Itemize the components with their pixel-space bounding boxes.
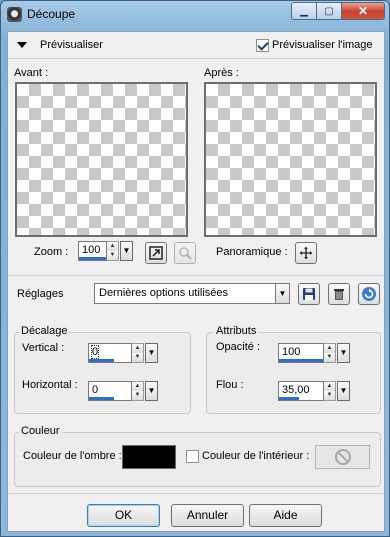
attributes-group-title: Attributs: [214, 325, 259, 337]
shadow-color-label: Couleur de l'ombre :: [23, 450, 122, 462]
horizontal-value: 0: [92, 384, 99, 396]
fit-window-icon[interactable]: [145, 242, 167, 264]
trash-icon[interactable]: [328, 283, 350, 305]
move-crosshair-icon[interactable]: [295, 242, 317, 264]
divider: [8, 493, 384, 494]
blur-label: Flou :: [216, 379, 244, 391]
blur-bar: [279, 397, 299, 400]
divider: [8, 58, 384, 59]
blur-spin-arrows[interactable]: ▲ ▼: [324, 381, 336, 401]
after-label: Après :: [204, 67, 239, 79]
vertical-value: 0: [90, 345, 100, 359]
opacity-bar: [279, 359, 323, 362]
horizontal-bar: [89, 397, 115, 400]
minimize-button[interactable]: ▁: [291, 2, 317, 20]
settings-label: Réglages: [17, 288, 64, 300]
reset-arrow-icon[interactable]: [358, 283, 380, 305]
maximize-button[interactable]: ▢: [316, 2, 342, 20]
after-preview: [204, 82, 377, 237]
zoom-spin-arrows[interactable]: ▲ ▼: [107, 241, 119, 261]
opacity-label: Opacité :: [216, 341, 261, 353]
vertical-field[interactable]: 0: [88, 343, 132, 363]
magnifier-icon[interactable]: [174, 242, 196, 264]
collapse-triangle-icon[interactable]: [17, 42, 27, 48]
no-symbol-icon: [334, 449, 351, 465]
floppy-disk-icon[interactable]: [298, 283, 320, 305]
vertical-bar: [89, 359, 115, 362]
opacity-spin-arrows[interactable]: ▲ ▼: [324, 343, 336, 363]
opacity-stepper[interactable]: 100 ▲ ▼ ▼: [278, 343, 350, 363]
shadow-color-swatch[interactable]: [122, 445, 176, 469]
ok-button[interactable]: OK: [87, 504, 160, 527]
zoom-field[interactable]: 100: [78, 241, 107, 261]
zoom-value: 100: [82, 244, 101, 256]
help-button[interactable]: Aide: [249, 504, 322, 527]
zoom-stepper[interactable]: 100 ▲ ▼ ▼: [78, 241, 133, 261]
opacity-value: 100: [282, 346, 301, 358]
close-button[interactable]: ✕: [341, 2, 385, 20]
preview-toggle-label[interactable]: Prévisualiser: [40, 39, 103, 51]
window-title: Découpe: [27, 7, 76, 21]
opacity-field[interactable]: 100: [278, 343, 324, 363]
preview-image-label[interactable]: Prévisualiser l'image: [272, 39, 373, 51]
settings-selected-value: Dernières options utilisées: [99, 287, 229, 299]
horizontal-label: Horizontal :: [22, 379, 78, 391]
settings-dropdown[interactable]: Dernières options utilisées ▼: [94, 283, 290, 304]
cancel-button[interactable]: Annuler: [171, 504, 244, 527]
before-label: Avant :: [14, 67, 49, 79]
zoom-dropdown-button[interactable]: ▼: [120, 241, 133, 261]
blur-field[interactable]: 35,00: [278, 381, 324, 401]
vertical-label: Vertical :: [22, 342, 65, 354]
pan-label: Panoramique :: [216, 246, 288, 258]
blur-stepper[interactable]: 35,00 ▲ ▼ ▼: [278, 381, 350, 401]
inside-color-label[interactable]: Couleur de l'intérieur :: [202, 450, 309, 462]
zoom-bar: [79, 257, 106, 260]
vertical-spin-arrows[interactable]: ▲ ▼: [132, 343, 144, 363]
horizontal-spin-arrows[interactable]: ▲ ▼: [132, 381, 144, 401]
horizontal-dropdown-button[interactable]: ▼: [145, 381, 158, 401]
dialog-window: Découpe ▁ ▢ ✕ Prévisualiser Prévisualise…: [0, 0, 390, 537]
divider: [8, 275, 384, 276]
horizontal-field[interactable]: 0: [88, 381, 132, 401]
blur-dropdown-button[interactable]: ▼: [337, 381, 350, 401]
title-bar[interactable]: Découpe ▁ ▢ ✕: [1, 1, 389, 27]
app-icon: [7, 7, 22, 22]
vertical-dropdown-button[interactable]: ▼: [145, 343, 158, 363]
blur-value: 35,00: [282, 384, 310, 396]
dialog-body: Prévisualiser Prévisualiser l'image Avan…: [7, 31, 385, 532]
chevron-down-icon[interactable]: ▼: [275, 284, 289, 303]
horizontal-stepper[interactable]: 0 ▲ ▼ ▼: [88, 381, 158, 401]
color-group-title: Couleur: [19, 425, 62, 437]
before-preview[interactable]: [15, 82, 188, 237]
zoom-label: Zoom :: [34, 246, 69, 258]
inside-color-swatch[interactable]: [315, 445, 370, 469]
preview-image-checkbox[interactable]: [256, 39, 269, 52]
opacity-dropdown-button[interactable]: ▼: [337, 343, 350, 363]
inside-color-checkbox[interactable]: [186, 450, 199, 463]
vertical-stepper[interactable]: 0 ▲ ▼ ▼: [88, 343, 158, 363]
offset-group-title: Décalage: [19, 325, 70, 337]
